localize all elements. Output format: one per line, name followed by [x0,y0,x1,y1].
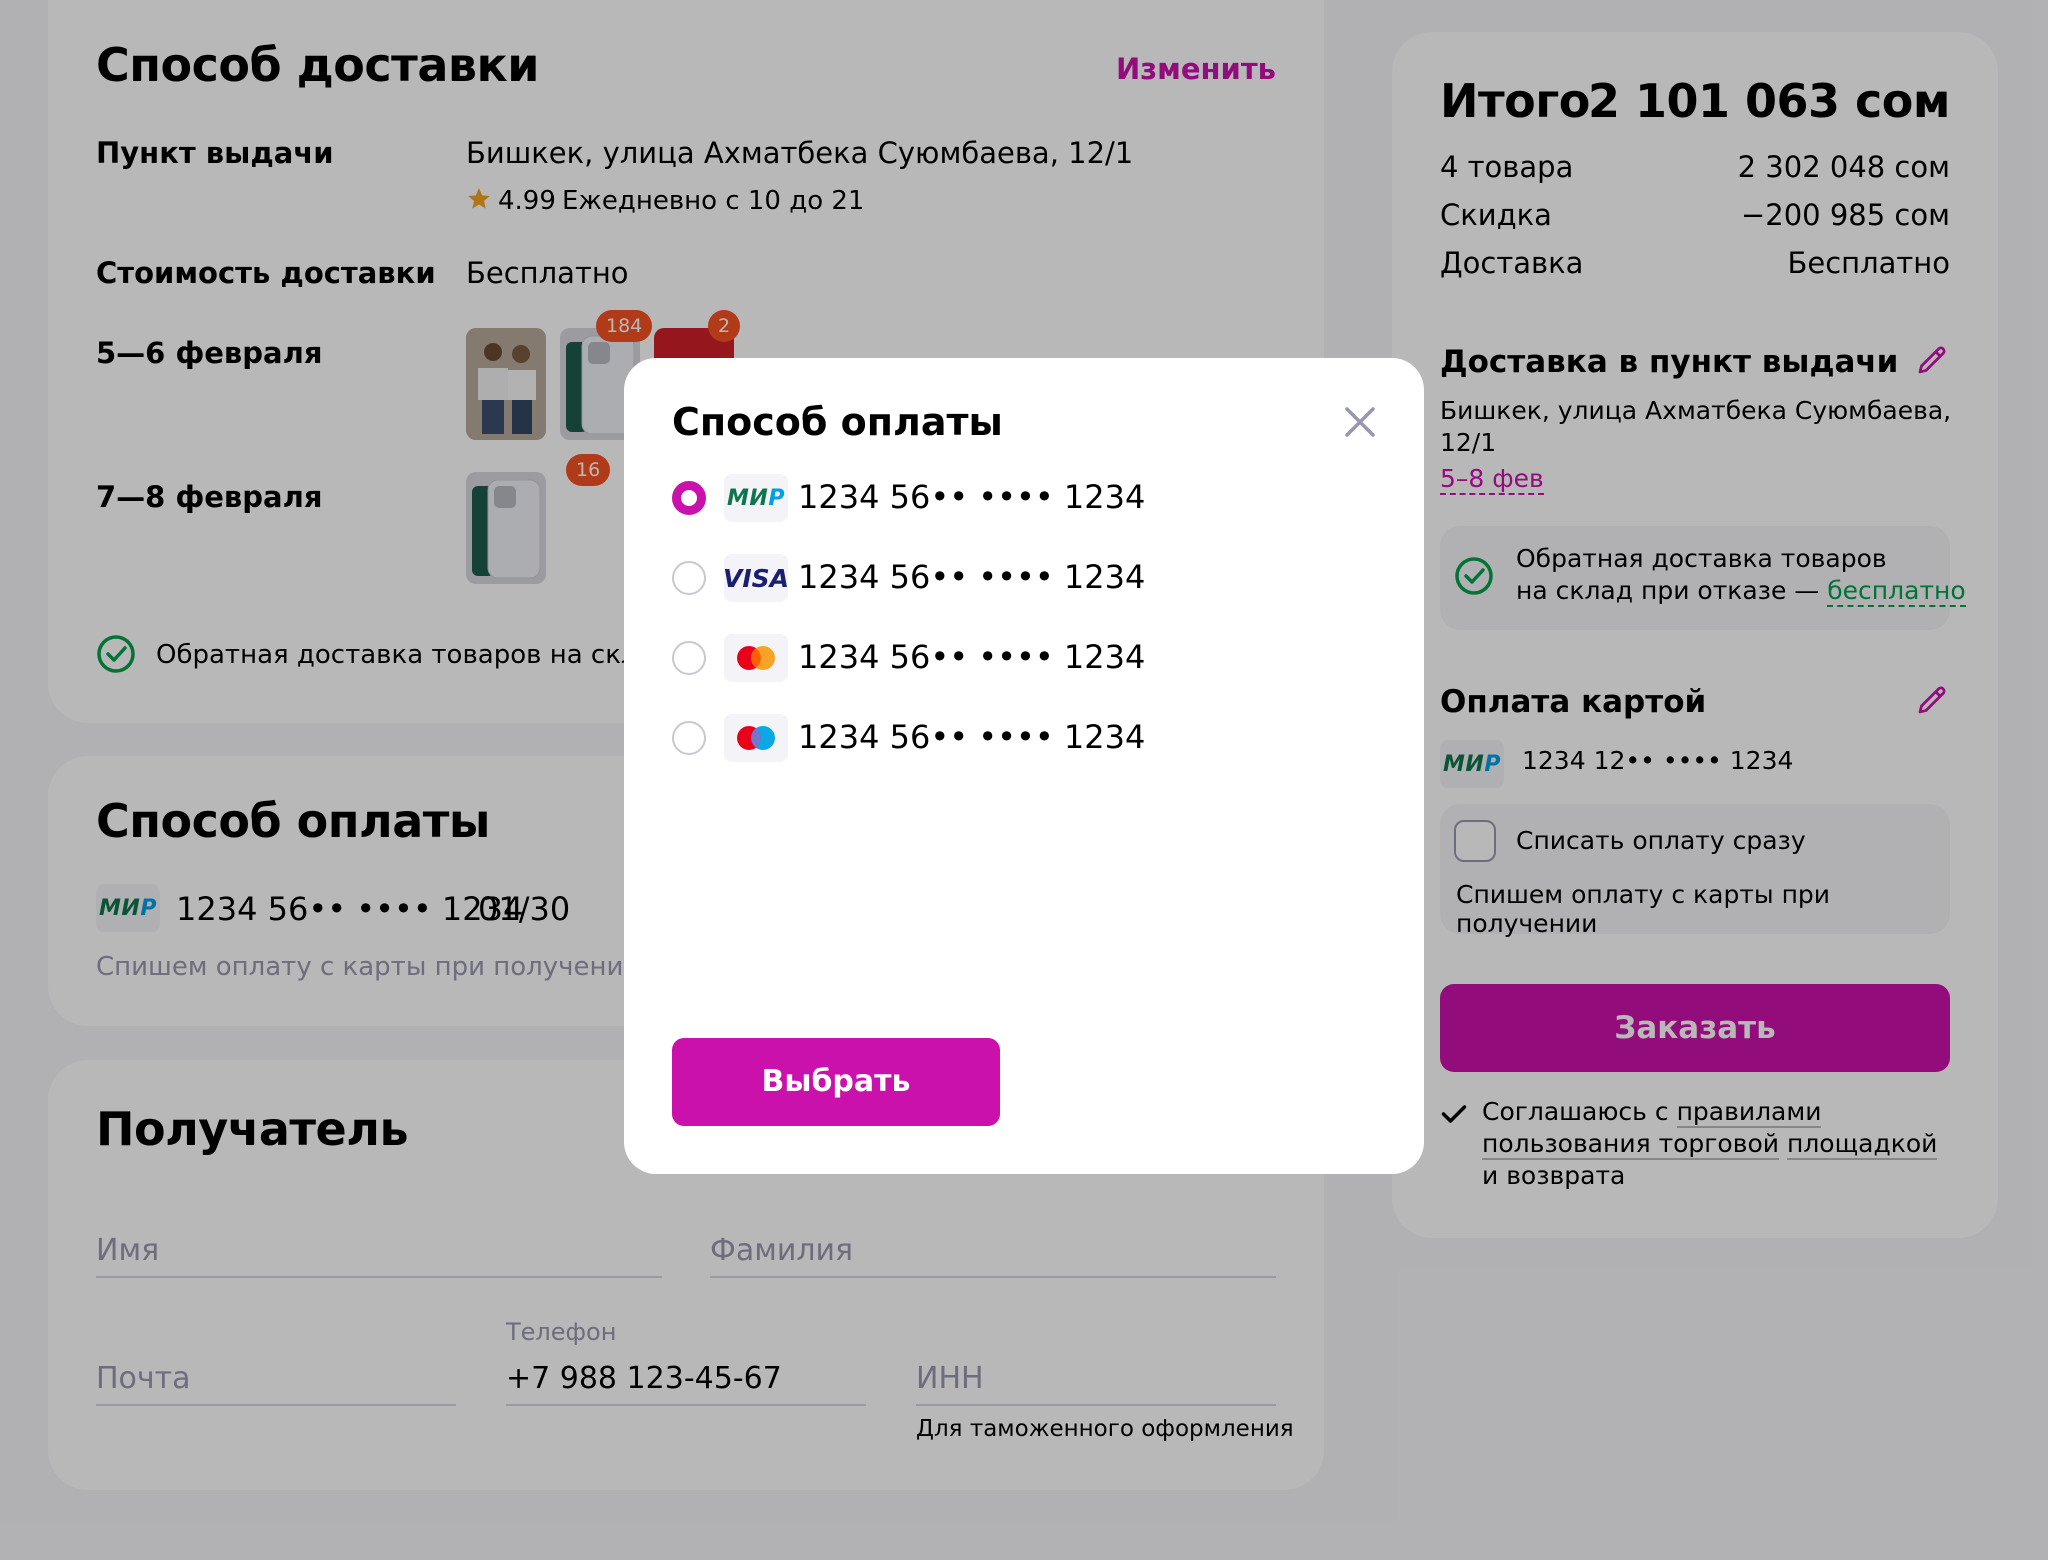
radio-mastercard[interactable] [672,641,706,675]
close-icon[interactable] [1342,404,1378,440]
option-mastercard-number[interactable]: 1234 56•• •••• 1234 [798,638,1145,676]
mastercard-logo-icon [724,634,788,682]
option-maestro-number[interactable]: 1234 56•• •••• 1234 [798,718,1145,756]
mir-logo-icon: МИР [724,474,788,522]
payment-method-modal: Способ оплаты МИР 1234 56•• •••• 1234 VI… [624,358,1424,1174]
visa-logo-icon: VISA [723,554,789,602]
radio-maestro[interactable] [672,721,706,755]
select-button[interactable]: Выбрать [672,1038,1000,1126]
maestro-logo-icon [724,714,788,762]
option-visa-number[interactable]: 1234 56•• •••• 1234 [798,558,1145,596]
radio-mir[interactable] [672,481,706,515]
radio-visa[interactable] [672,561,706,595]
modal-title: Способ оплаты [672,400,1003,444]
option-mir-number[interactable]: 1234 56•• •••• 1234 [798,478,1145,516]
